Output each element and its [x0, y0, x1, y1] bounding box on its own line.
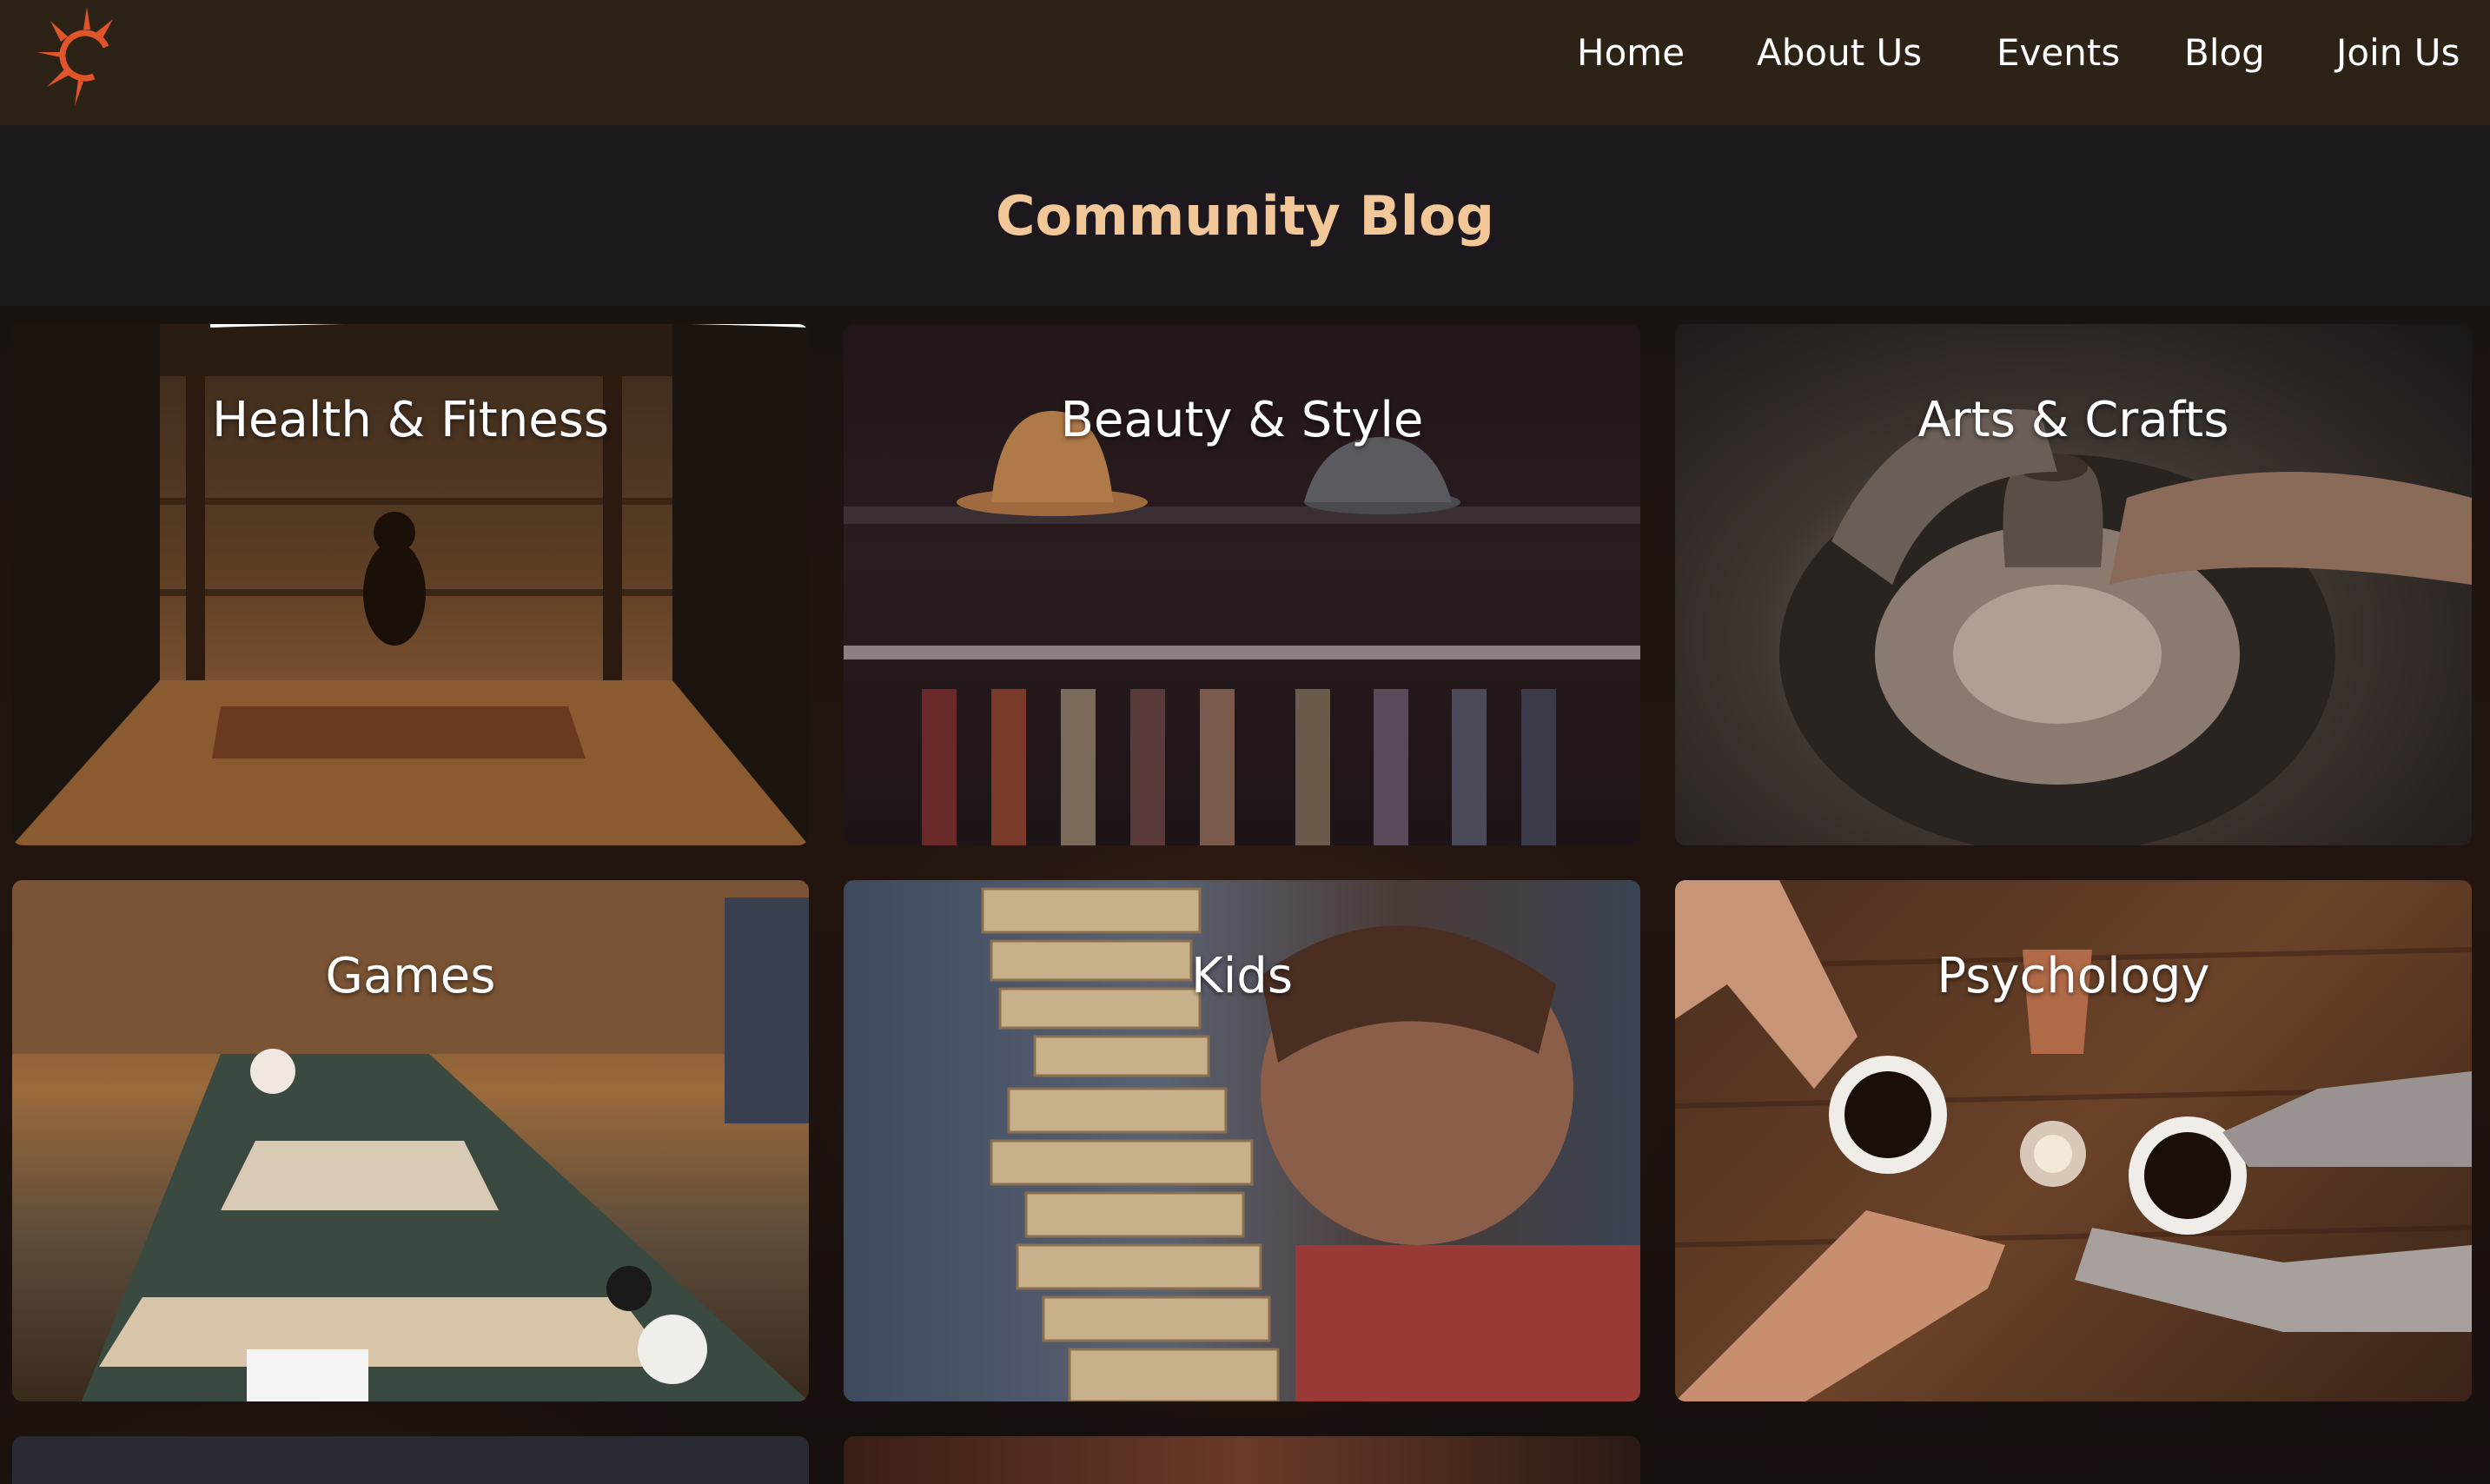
- page-title: Community Blog: [996, 184, 1494, 248]
- category-label: Psychology: [1937, 948, 2210, 1004]
- nav-bar: Home About Us Events Blog Join Us: [0, 0, 2490, 125]
- category-card-kids[interactable]: Kids: [844, 880, 1640, 1401]
- nav-link-blog[interactable]: Blog: [2184, 31, 2265, 74]
- category-card-psychology[interactable]: Psychology: [1675, 880, 2472, 1401]
- nav-link-home[interactable]: Home: [1577, 31, 1685, 74]
- category-label: Games: [325, 948, 496, 1004]
- category-card-arts-crafts[interactable]: Arts & Crafts: [1675, 324, 2472, 845]
- category-label: Beauty & Style: [1060, 392, 1424, 448]
- category-card-games[interactable]: Games: [12, 880, 809, 1401]
- page-header: Community Blog: [0, 125, 2490, 306]
- nav-link-about-us[interactable]: About Us: [1757, 31, 1922, 74]
- category-label: Kids: [1190, 948, 1293, 1004]
- nav-link-join-us[interactable]: Join Us: [2336, 31, 2460, 74]
- category-card-partial[interactable]: [844, 1436, 1640, 1484]
- nav-link-events[interactable]: Events: [1997, 31, 2120, 74]
- page: Home About Us Events Blog Join Us Commun…: [0, 0, 2490, 1484]
- sun-logo-icon[interactable]: [33, 3, 120, 109]
- category-card-beauty-style[interactable]: Beauty & Style: [844, 324, 1640, 845]
- category-label: Arts & Crafts: [1917, 392, 2229, 448]
- category-card-partial[interactable]: [12, 1436, 809, 1484]
- category-label: Health & Fitness: [211, 392, 610, 448]
- category-card-health-fitness[interactable]: Health & Fitness: [12, 324, 809, 845]
